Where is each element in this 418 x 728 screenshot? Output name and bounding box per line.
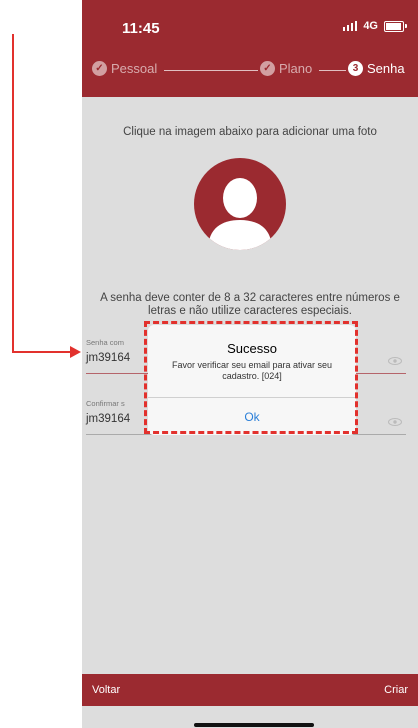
photo-instruction: Clique na imagem abaixo para adicionar u… — [123, 126, 377, 138]
step-connector — [319, 70, 346, 71]
eye-icon[interactable] — [388, 352, 402, 370]
back-button[interactable]: Voltar — [92, 684, 120, 696]
bottom-bar: Voltar Criar — [82, 674, 418, 706]
signal-icon — [342, 21, 358, 31]
password-rules: A senha deve conter de 8 a 32 caracteres… — [100, 292, 400, 317]
step-connector — [164, 70, 258, 71]
step-pessoal: ✓ Pessoal — [92, 61, 157, 76]
network-type: 4G — [363, 20, 378, 32]
status-bar: 11:45 4G — [82, 0, 418, 50]
profile-photo-button[interactable] — [194, 158, 286, 250]
confirm-password-value: jm39164 — [86, 413, 131, 425]
status-time: 11:45 — [122, 20, 160, 37]
create-button[interactable]: Criar — [384, 684, 408, 696]
app-header: 11:45 4G ✓ Pessoal ✓ Plano 3 Senha — [82, 0, 418, 97]
annotation-arrow-line — [12, 34, 14, 352]
home-bar-area — [82, 706, 418, 728]
status-indicators: 4G — [342, 20, 407, 32]
progress-steps: ✓ Pessoal ✓ Plano 3 Senha — [82, 61, 418, 81]
eye-icon[interactable] — [388, 413, 402, 431]
password-label: Senha com — [86, 338, 124, 347]
confirm-password-label: Confirmar s — [86, 399, 125, 408]
annotation-arrow-line — [12, 351, 72, 353]
annotation-highlight-box — [144, 321, 358, 434]
user-silhouette-icon — [208, 178, 272, 250]
check-icon: ✓ — [260, 61, 275, 76]
step-senha: 3 Senha — [348, 61, 405, 76]
password-value: jm39164 — [86, 352, 131, 364]
home-indicator[interactable] — [194, 723, 314, 727]
check-icon: ✓ — [92, 61, 107, 76]
step-label: Senha — [367, 61, 405, 76]
step-number: 3 — [348, 61, 363, 76]
battery-icon — [384, 20, 407, 32]
step-plano: ✓ Plano — [260, 61, 312, 76]
step-label: Pessoal — [111, 61, 158, 76]
annotation-arrow-head — [70, 346, 81, 358]
step-label: Plano — [279, 61, 313, 76]
